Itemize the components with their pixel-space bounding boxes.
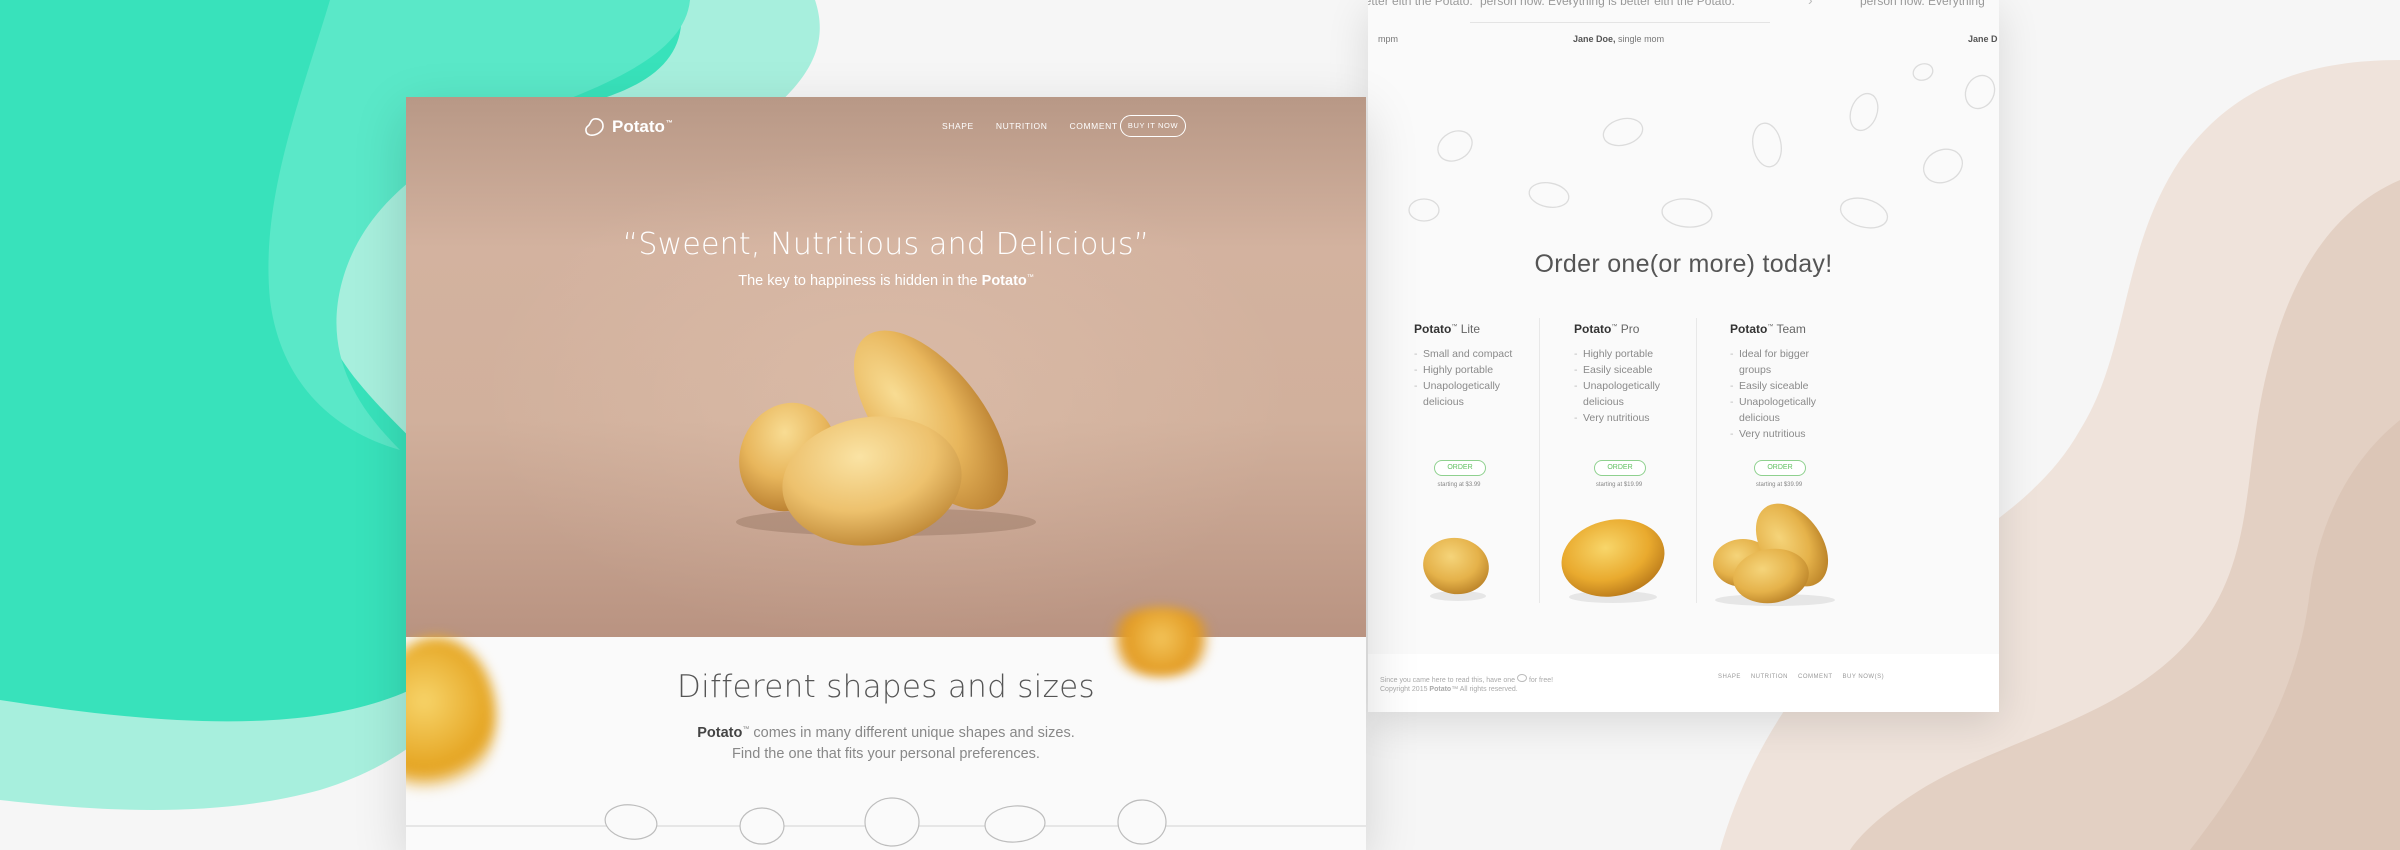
chevron-right-icon[interactable]: › xyxy=(1808,0,1813,8)
testimonial-quote-center: person now. Everything is better eith th… xyxy=(1480,0,1735,8)
list-item: Highly portable xyxy=(1574,346,1724,362)
order-button[interactable]: ORDER xyxy=(1594,460,1646,476)
nav-item-nutrition[interactable]: NUTRITION xyxy=(996,121,1048,131)
nav-menu: SHAPE NUTRITION COMMENT xyxy=(942,121,1118,131)
list-item: Unapologetically delicious xyxy=(1414,378,1526,410)
logo-text: Potato™ xyxy=(612,117,673,136)
testimonial-quote-left: better eith the Potato. xyxy=(1368,0,1473,8)
footer-link-shape[interactable]: SHAPE xyxy=(1718,674,1741,680)
potato-outline-icon xyxy=(1661,198,1713,228)
plan-product-images xyxy=(1423,503,1835,606)
shapes-section: Different shapes and sizes Potato™ comes… xyxy=(406,607,1366,850)
potato-outline-icon xyxy=(739,807,785,845)
blurred-potato-right xyxy=(1106,607,1216,677)
plan-name: Potato™ Team xyxy=(1730,322,1806,336)
potato-outline-icon xyxy=(1964,74,1996,110)
landing-page-preview: Potato™ SHAPE NUTRITION COMMENT BUY IT N… xyxy=(406,97,1366,850)
logo[interactable]: Potato™ xyxy=(584,117,673,137)
list-item: Easily siceable xyxy=(1730,378,1880,394)
potato-outline-icon xyxy=(1839,197,1889,229)
plan-name: Potato™ Lite xyxy=(1414,322,1481,336)
potato-outline-icon xyxy=(1849,92,1879,132)
potato-outline-icon xyxy=(1408,198,1440,222)
potato-outline-icon xyxy=(1923,148,1963,184)
hero-headline: “Sweent, Nutritious and Delicious” xyxy=(622,227,1150,262)
list-item: Ideal for bigger groups xyxy=(1730,346,1830,378)
blurred-potato-left xyxy=(406,637,496,797)
page-footer: Since you came here to read this, have o… xyxy=(1368,654,1999,712)
top-nav: Potato™ SHAPE NUTRITION COMMENT BUY IT N… xyxy=(406,115,1366,145)
plan-lite: Potato™ Lite Small and compact Highly po… xyxy=(1414,322,1564,488)
testimonial-author-center: Jane Doe, single mom xyxy=(1573,34,1665,44)
footer-link-nutrition[interactable]: NUTRITION xyxy=(1751,674,1788,680)
plan-pro: Potato™ Pro Highly portable Easily sicea… xyxy=(1574,322,1724,488)
list-item: Easily siceable xyxy=(1574,362,1724,378)
testimonial-author-right: Jane D xyxy=(1968,34,1998,44)
footer-copyright: Copyright 2015 Potato™ All rights reserv… xyxy=(1380,686,1518,693)
potato-outline-icon xyxy=(1437,130,1473,162)
potato-outline-icon xyxy=(604,804,658,840)
buy-it-now-button[interactable]: BUY IT NOW xyxy=(1120,115,1186,137)
footer-link-buy[interactable]: BUY NOW(S) xyxy=(1843,674,1885,680)
order-title: Order one(or more) today! xyxy=(1534,250,1833,278)
testimonial-divider xyxy=(1470,22,1770,23)
potato-outline-icon xyxy=(1117,799,1167,845)
footer-nav: SHAPE NUTRITION COMMENT BUY NOW(S) xyxy=(1718,674,1884,680)
list-item: Very nutritious xyxy=(1730,426,1880,442)
potato-logo-icon xyxy=(585,118,604,136)
potato-team-image xyxy=(1713,503,1835,606)
hero-section: Potato™ SHAPE NUTRITION COMMENT BUY IT N… xyxy=(406,97,1366,637)
plan-name: Potato™ Pro xyxy=(1574,322,1640,336)
testimonial-quote-right: person now. Everything xyxy=(1860,0,1985,8)
order-page-preview: better eith the Potato. mpm ‹ person now… xyxy=(1368,0,1999,712)
nav-item-shape[interactable]: SHAPE xyxy=(942,121,974,131)
order-button[interactable]: ORDER xyxy=(1754,460,1806,476)
testimonial-author-left: mpm xyxy=(1378,34,1398,44)
plan-features: Highly portable Easily siceable Unapolog… xyxy=(1574,346,1724,426)
section-title: Different shapes and sizes xyxy=(677,669,1095,705)
footer-note: Since you came here to read this, have o… xyxy=(1380,674,1553,684)
potato-logo-icon xyxy=(1516,674,1527,682)
plan-features: Small and compact Highly portable Unapol… xyxy=(1414,346,1564,410)
potato-pattern xyxy=(1408,63,1996,229)
potato-pro-image xyxy=(1561,519,1665,603)
list-item: Small and compact xyxy=(1414,346,1564,362)
order-button[interactable]: ORDER xyxy=(1434,460,1486,476)
list-item: Highly portable xyxy=(1414,362,1564,378)
price-label: starting at $39.99 xyxy=(1755,482,1803,488)
potato-outline-icon xyxy=(1912,63,1934,81)
section-description: Potato™ comes in many different unique s… xyxy=(697,724,1075,762)
price-label: starting at $3.99 xyxy=(1437,482,1481,488)
potato-lite-image xyxy=(1423,537,1489,601)
plan-team: Potato™ Team Ideal for bigger groups Eas… xyxy=(1730,322,1880,488)
hero-subtitle: The key to happiness is hidden in the Po… xyxy=(738,273,1034,289)
potato-outline-icon xyxy=(1752,122,1782,168)
potato-outline-icon xyxy=(864,797,920,847)
potato-outline-icon xyxy=(1528,182,1570,208)
shapes-strip xyxy=(406,797,1366,847)
price-label: starting at $19.99 xyxy=(1595,482,1643,488)
nav-item-comment[interactable]: COMMENT xyxy=(1070,121,1118,131)
plan-features: Ideal for bigger groups Easily siceable … xyxy=(1730,346,1880,442)
potato-outline-icon xyxy=(1602,117,1644,147)
list-item: Unapologetically delicious xyxy=(1574,378,1686,410)
potato-outline-icon xyxy=(984,805,1046,843)
list-item: Very nutritious xyxy=(1574,410,1724,426)
list-item: Unapologetically delicious xyxy=(1730,394,1830,426)
footer-link-comment[interactable]: COMMENT xyxy=(1798,674,1833,680)
hero-potatoes-image xyxy=(736,330,1036,546)
